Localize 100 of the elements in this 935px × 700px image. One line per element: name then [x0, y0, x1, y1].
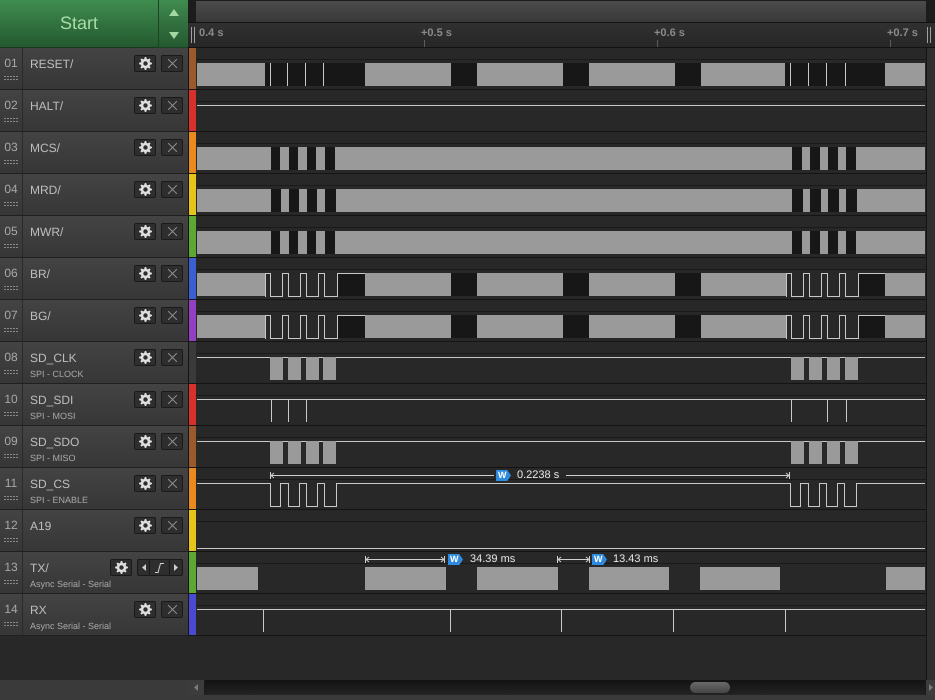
scroll-up-button[interactable]: [159, 0, 188, 24]
gear-icon: [138, 603, 152, 616]
close-button[interactable]: [161, 55, 183, 72]
settings-button[interactable]: [134, 97, 156, 114]
grip-icon: [4, 118, 18, 122]
settings-button[interactable]: [134, 475, 156, 492]
edge-navigator[interactable]: [137, 559, 183, 576]
close-icon: [168, 605, 176, 614]
channel-number: 12: [4, 517, 18, 534]
gear-icon: [138, 141, 152, 154]
close-icon: [168, 311, 176, 320]
analyzer-label: Async Serial - Serial: [30, 621, 112, 632]
close-button[interactable]: [161, 181, 183, 198]
grip-icon: [4, 76, 18, 80]
scrollbar-thumb[interactable]: [690, 682, 730, 693]
channel-number: 08: [4, 349, 18, 366]
close-button[interactable]: [161, 139, 183, 156]
channel-name: MWR/: [30, 224, 64, 238]
grip-icon: [4, 202, 18, 206]
channel-name: BG/: [30, 308, 52, 322]
scroll-right-button[interactable]: [925, 680, 935, 695]
time-label: 0.4 s: [199, 27, 224, 40]
channel-name: HALT/: [30, 98, 64, 112]
channel-name: BR/: [30, 266, 52, 280]
grip-icon: [4, 454, 18, 458]
grip-icon: [4, 244, 18, 248]
right-triangle-icon: [174, 564, 178, 571]
left-triangle-icon: [194, 684, 198, 691]
settings-button[interactable]: [134, 433, 156, 450]
close-button[interactable]: [161, 391, 183, 408]
close-button[interactable]: [161, 601, 183, 618]
down-triangle-icon: [168, 32, 178, 39]
channel-number: 06: [4, 265, 18, 282]
scroll-down-button[interactable]: [159, 24, 188, 47]
settings-button[interactable]: [134, 223, 156, 240]
gear-icon: [138, 393, 152, 406]
channel-number: 11: [4, 475, 18, 492]
gear-icon: [138, 477, 152, 490]
close-button[interactable]: [161, 265, 183, 282]
settings-button[interactable]: [134, 391, 156, 408]
channel-number: 03: [4, 139, 18, 156]
measurement-badge: W: [448, 554, 463, 565]
channel-name: SD_SDI: [30, 392, 74, 406]
close-icon: [168, 185, 176, 194]
analyzer-label: SPI - CLOCK: [30, 369, 84, 380]
grip-icon: [4, 286, 18, 290]
channel-number: 01: [4, 55, 18, 72]
channel-name: A19: [30, 518, 52, 532]
settings-button[interactable]: [134, 139, 156, 156]
settings-button[interactable]: [134, 349, 156, 366]
channel-name: RX: [30, 602, 48, 616]
settings-button[interactable]: [134, 307, 156, 324]
grip-icon: [4, 496, 18, 500]
settings-button[interactable]: [134, 265, 156, 282]
vertical-scrollbar[interactable]: [926, 48, 935, 680]
channel-number: 04: [4, 181, 18, 198]
channel-name: TX/: [30, 560, 50, 574]
analyzer-label: SPI - ENABLE: [30, 495, 88, 506]
start-button[interactable]: Start: [0, 0, 158, 48]
close-button[interactable]: [161, 223, 183, 240]
gear-icon: [138, 309, 152, 322]
settings-button[interactable]: [110, 559, 132, 576]
close-icon: [168, 143, 176, 152]
grip-icon: [4, 538, 18, 542]
close-icon: [168, 59, 176, 68]
settings-button[interactable]: [134, 181, 156, 198]
horizontal-scrollbar[interactable]: [188, 680, 935, 695]
right-triangle-icon: [928, 684, 932, 691]
left-triangle-icon: [142, 564, 146, 571]
channel-number: 02: [4, 97, 18, 114]
range-handle-icon: [927, 27, 931, 43]
measurement-badge: W: [592, 554, 607, 565]
close-button[interactable]: [161, 349, 183, 366]
close-button[interactable]: [161, 307, 183, 324]
range-handle-icon: [191, 27, 195, 43]
close-icon: [168, 437, 176, 446]
channel-name: MCS/: [30, 140, 61, 154]
close-icon: [168, 521, 176, 530]
close-button[interactable]: [161, 475, 183, 492]
channel-name: RESET/: [30, 56, 74, 70]
settings-button[interactable]: [134, 601, 156, 618]
measurement-value: 13.43 ms: [613, 553, 658, 566]
channel-name: SD_SDO: [30, 434, 80, 448]
channel-number: 09: [4, 433, 18, 450]
channel-name: SD_CS: [30, 476, 72, 490]
close-button[interactable]: [161, 517, 183, 534]
gear-icon: [138, 267, 152, 280]
channel-number: 14: [4, 601, 18, 618]
close-button[interactable]: [161, 97, 183, 114]
settings-button[interactable]: [134, 55, 156, 72]
gear-icon: [138, 225, 152, 238]
settings-button[interactable]: [134, 517, 156, 534]
close-icon: [168, 101, 176, 110]
close-icon: [168, 353, 176, 362]
close-button[interactable]: [161, 433, 183, 450]
analyzer-label: Async Serial - Serial: [30, 579, 112, 590]
close-icon: [168, 395, 176, 404]
grip-icon: [4, 370, 18, 374]
channel-name: MRD/: [30, 182, 62, 196]
gear-icon: [114, 561, 128, 574]
